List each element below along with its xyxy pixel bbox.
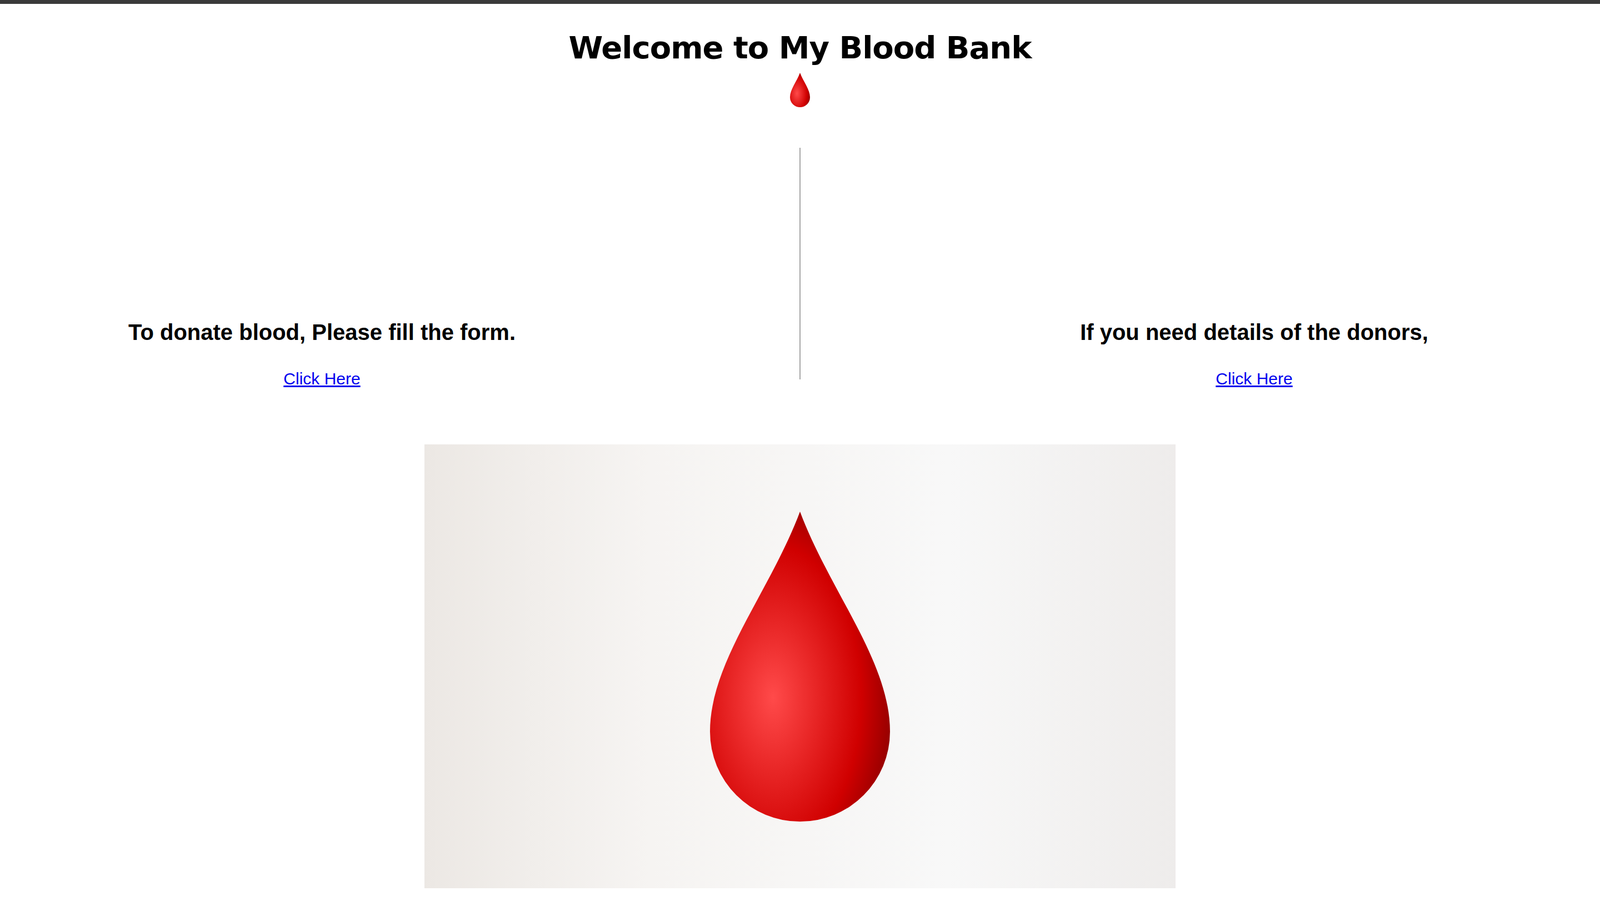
donors-link[interactable]: Click Here (1215, 368, 1293, 389)
page-title: Welcome to My Blood Bank (568, 28, 1032, 68)
top-bar (0, 0, 1600, 4)
section-heading: If you need details of the donors, (1080, 318, 1429, 346)
blood-drop-icon (788, 71, 812, 109)
section-heading: To donate blood, Please fill the form. (128, 318, 516, 346)
header: Welcome to My Blood Bank (568, 3, 1032, 109)
divider (799, 147, 801, 380)
sections: To donate blood, Please fill the form. Cl… (0, 147, 1600, 389)
blood-types-photo (424, 444, 1176, 889)
photo-drop-icon (700, 501, 900, 832)
page: Welcome to My Blood Bank To donate blood,… (0, 0, 1600, 921)
donate-link[interactable]: Click Here (283, 368, 360, 389)
donate-section: To donate blood, Please fill the form. Cl… (0, 147, 800, 389)
donors-section: If you need details of the donors, Click … (800, 147, 1600, 389)
